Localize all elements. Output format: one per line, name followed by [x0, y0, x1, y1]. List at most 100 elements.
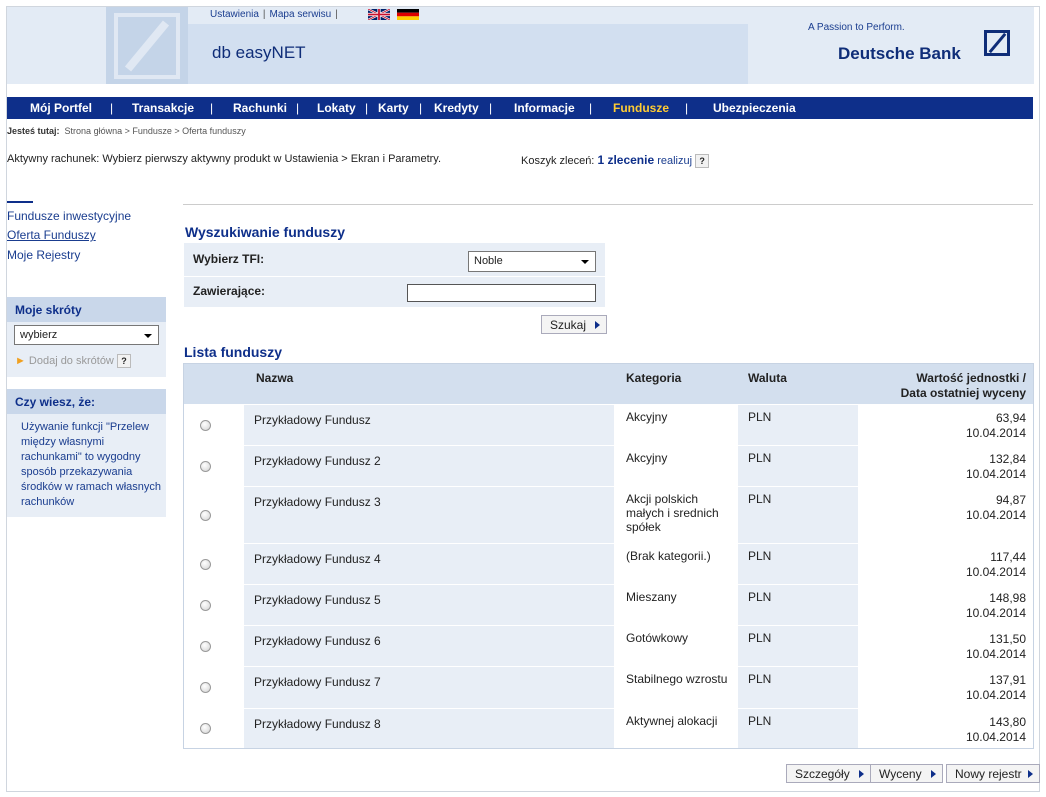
nav-kredyty[interactable]: Kredyty: [434, 101, 479, 115]
valuations-button[interactable]: Wyceny: [870, 764, 943, 783]
fund-radio[interactable]: [200, 419, 211, 431]
fund-value: 117,44 10.04.2014: [965, 550, 1026, 579]
slash-logo-icon: [114, 13, 180, 79]
fund-radio[interactable]: [200, 640, 211, 652]
tfi-label: Wybierz TFI:: [193, 252, 265, 266]
fund-name: Przykładowy Fundusz 6: [254, 634, 381, 648]
fund-radio[interactable]: [200, 509, 211, 521]
slogan: A Passion to Perform.: [808, 22, 905, 33]
cart-count[interactable]: 1 zlecenie: [597, 153, 654, 167]
main-nav: Mój Portfel | Transakcje | Rachunki | Lo…: [7, 97, 1033, 119]
top-links: Ustawienia | Mapa serwisu |: [210, 9, 338, 20]
fund-radio[interactable]: [200, 723, 211, 734]
table-row[interactable]: Przykładowy Fundusz 3 Akcji polskich mały…: [184, 486, 1033, 543]
fund-radio[interactable]: [200, 682, 211, 693]
add-shortcut-link[interactable]: ► Dodaj do skrótów ?: [15, 354, 131, 368]
new-register-button[interactable]: Nowy rejestr: [946, 764, 1040, 783]
arrow-right-icon: [595, 321, 601, 329]
fund-value: 63,94 10.04.2014: [965, 411, 1026, 440]
fund-category: Akcyjny: [626, 451, 668, 465]
nav-rachunki[interactable]: Rachunki: [233, 101, 287, 115]
arrow-right-icon: ►: [15, 354, 26, 367]
chevron-down-icon: [581, 260, 589, 264]
crumb-home[interactable]: Strona główna: [65, 126, 123, 136]
nav-transakcje[interactable]: Transakcje: [132, 101, 194, 115]
fund-currency: PLN: [748, 631, 772, 645]
sidebar-item-fundusze-inwestycyjne[interactable]: Fundusze inwestycyjne: [7, 209, 131, 223]
fund-radio[interactable]: [200, 460, 211, 472]
crumb-current: Oferta funduszy: [182, 126, 246, 136]
table-row[interactable]: Przykładowy Fundusz 2 Akcyjny PLN 132,84 10.…: [184, 445, 1033, 486]
active-account-info: Aktywny rachunek: Wybierz pierwszy aktyw…: [7, 153, 442, 165]
de-flag-icon[interactable]: [397, 9, 419, 20]
fund-category: Aktywnej alokacji: [626, 714, 718, 728]
col-value: Wartość jednostki / Data ostatniej wyceny: [900, 371, 1026, 400]
fund-name: Przykładowy Fundusz 5: [254, 593, 381, 607]
sidebar-item-oferta-funduszy[interactable]: Oferta Funduszy: [7, 228, 96, 242]
fund-value: 137,91 10.04.2014: [965, 673, 1026, 702]
settings-link[interactable]: Ustawienia: [210, 9, 259, 20]
contains-input[interactable]: [407, 284, 596, 302]
arrow-right-icon: [930, 770, 936, 778]
uk-flag-icon[interactable]: [368, 9, 390, 20]
funds-table: Nazwa Kategoria Waluta Wartość jednostki…: [183, 363, 1034, 749]
nav-fundusze[interactable]: Fundusze: [613, 101, 669, 115]
fund-category: Akcji polskich małych i srednich spółek: [626, 492, 719, 534]
fund-currency: PLN: [748, 451, 772, 465]
details-button[interactable]: Szczegóły: [786, 764, 871, 783]
breadcrumb: Jesteś tutaj: Strona główna > Fundusze >…: [7, 126, 246, 136]
fund-name: Przykładowy Fundusz 4: [254, 552, 381, 566]
help-icon[interactable]: ?: [695, 154, 710, 169]
fund-radio[interactable]: [200, 599, 211, 611]
fund-currency: PLN: [748, 714, 772, 728]
shortcuts-select[interactable]: wybierz: [14, 325, 159, 345]
table-row[interactable]: Przykładowy Fundusz Akcyjny PLN 63,94 10.04.…: [184, 404, 1033, 445]
col-currency: Waluta: [748, 371, 787, 385]
fund-category: (Brak kategorii.): [626, 549, 711, 563]
fund-value: 143,80 10.04.2014: [965, 715, 1026, 744]
sitemap-link[interactable]: Mapa serwisu: [270, 9, 332, 20]
fund-name: Przykładowy Fundusz 3: [254, 495, 381, 509]
arrow-right-icon: [1028, 770, 1033, 778]
fund-currency: PLN: [748, 590, 772, 604]
fund-value: 131,50 10.04.2014: [965, 632, 1026, 661]
fund-name: Przykładowy Fundusz 8: [254, 717, 381, 731]
deutsche-bank-logo-icon: [984, 30, 1010, 56]
fund-name: Przykładowy Fundusz: [254, 413, 371, 427]
table-row[interactable]: Przykładowy Fundusz 8 Aktywnej alokacji PL…: [184, 708, 1033, 748]
fund-category: Mieszany: [626, 590, 677, 604]
tfi-select[interactable]: Noble: [468, 251, 596, 272]
db-logo-panel: [106, 7, 188, 84]
fund-category: Stabilnego wzrostu: [626, 672, 728, 686]
tip-text[interactable]: Używanie funkcji "Przelew między własnym…: [21, 420, 161, 510]
nav-moj-portfel[interactable]: Mój Portfel: [30, 101, 92, 115]
divider: [183, 204, 1033, 205]
fund-currency: PLN: [748, 549, 772, 563]
nav-lokaty[interactable]: Lokaty: [317, 101, 356, 115]
table-row[interactable]: Przykładowy Fundusz 4 (Brak kategorii.) PL…: [184, 543, 1033, 584]
help-icon[interactable]: ?: [116, 354, 131, 368]
fund-category: Gotówkowy: [626, 631, 689, 645]
col-name: Nazwa: [256, 371, 294, 385]
fund-value: 94,87 10.04.2014: [965, 493, 1026, 522]
table-row[interactable]: Przykładowy Fundusz 7 Stabilnego wzrostu P…: [184, 666, 1033, 708]
nav-informacje[interactable]: Informacje: [514, 101, 575, 115]
order-cart: Koszyk zleceń: 1 zlecenie realizuj ?: [521, 153, 710, 169]
search-button[interactable]: Szukaj: [541, 315, 608, 334]
nav-karty[interactable]: Karty: [378, 101, 409, 115]
fund-name: Przykładowy Fundusz 2: [254, 454, 381, 468]
sidebar-item-moje-rejestry[interactable]: Moje Rejestry: [7, 248, 80, 262]
crumb-fundusze[interactable]: Fundusze: [132, 126, 172, 136]
search-title: Wyszukiwanie funduszy: [185, 224, 345, 240]
fund-radio[interactable]: [200, 558, 211, 570]
fund-category: Akcyjny: [626, 410, 668, 424]
nav-ubezpieczenia[interactable]: Ubezpieczenia: [713, 101, 796, 115]
fund-value: 148,98 10.04.2014: [965, 591, 1026, 620]
table-row[interactable]: Przykładowy Fundusz 6 Gotówkowy PLN 131,50 1…: [184, 625, 1033, 666]
cart-realize-link[interactable]: realizuj: [657, 155, 692, 167]
shortcuts-title: Moje skróty: [7, 297, 166, 322]
table-header: Nazwa Kategoria Waluta Wartość jednostki…: [184, 364, 1033, 404]
fund-value: 132,84 10.04.2014: [965, 452, 1026, 481]
table-row[interactable]: Przykładowy Fundusz 5 Mieszany PLN 148,98 10…: [184, 584, 1033, 625]
list-title: Lista funduszy: [184, 344, 283, 360]
